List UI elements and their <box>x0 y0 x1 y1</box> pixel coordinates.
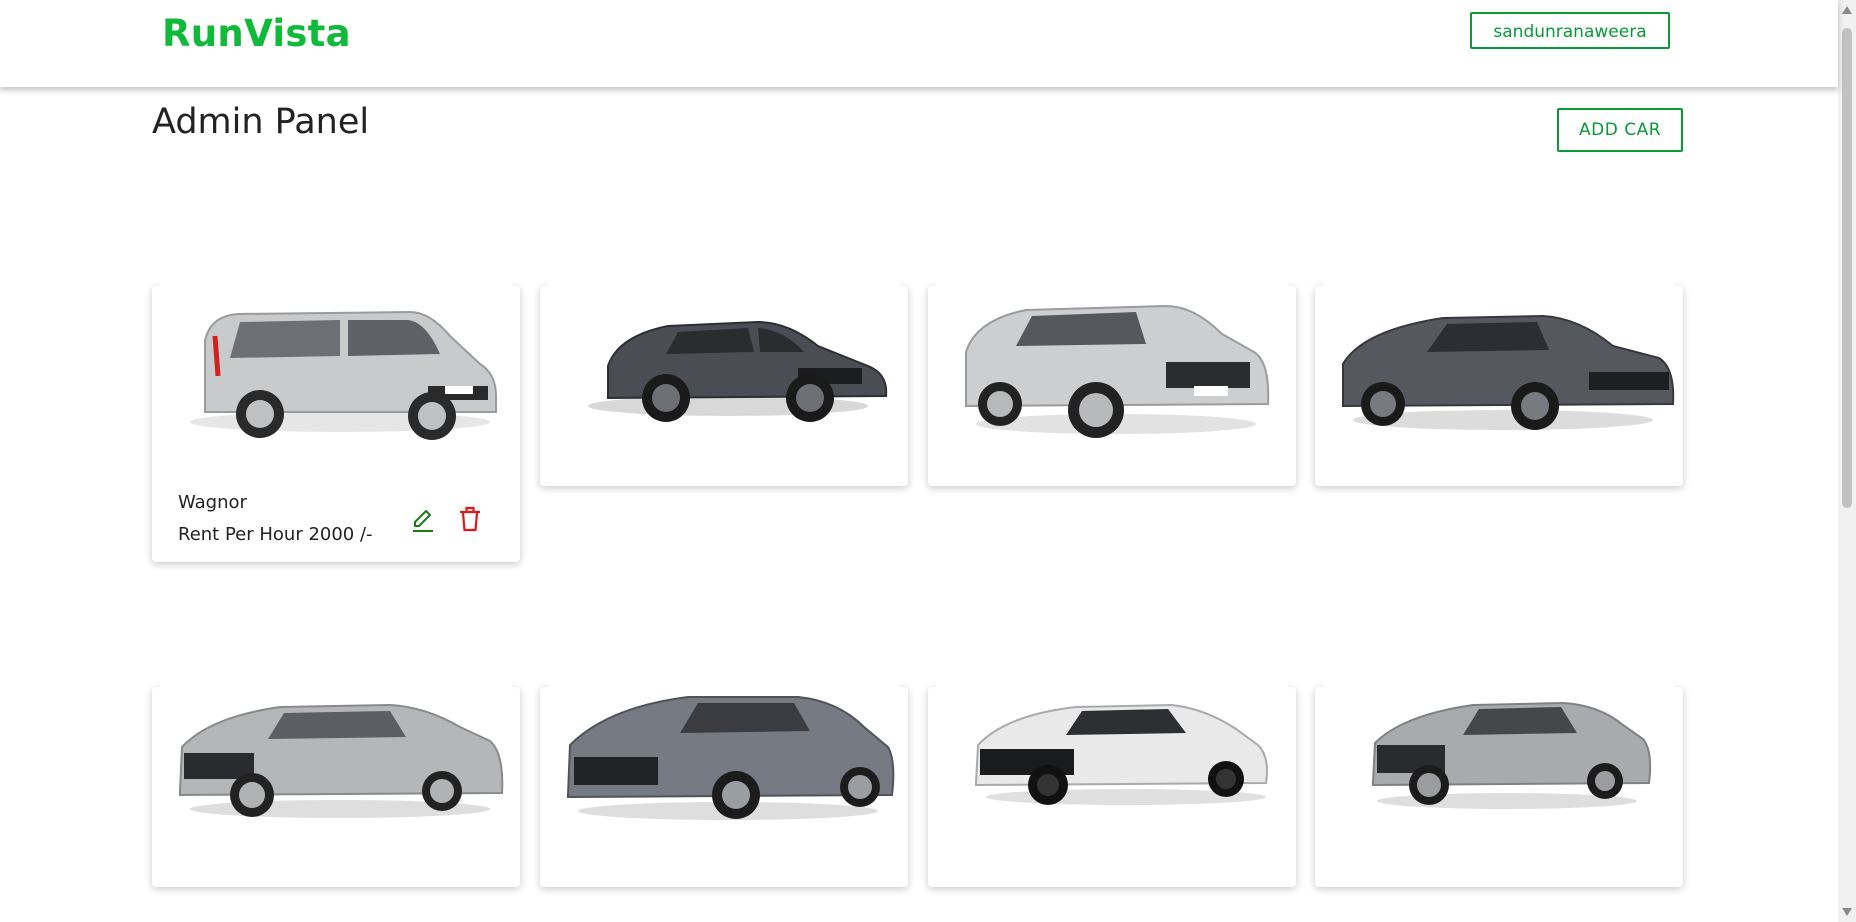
car-card[interactable] <box>1315 272 1683 486</box>
car-image <box>936 679 1288 809</box>
scrollbar-thumb[interactable] <box>1842 28 1852 508</box>
top-navbar: RunVista sandunranaweera <box>0 0 1838 87</box>
page-title: Admin Panel <box>152 102 370 142</box>
car-card[interactable]: Wagnor Rent Per Hour 2000 /- <box>152 236 520 562</box>
car-info: Wagnor Rent Per Hour 2000 /- <box>152 472 520 562</box>
user-menu-button[interactable]: sandunranaweera <box>1470 12 1670 49</box>
car-rent: Rent Per Hour 2000 /- <box>178 524 373 545</box>
car-name: Wagnor <box>178 492 247 513</box>
page: RunVista sandunranaweera Admin Panel ADD… <box>0 0 1856 922</box>
car-card[interactable] <box>928 679 1296 887</box>
car-image <box>936 234 1288 454</box>
car-card[interactable] <box>1315 667 1683 887</box>
car-image <box>160 236 512 456</box>
scroll-down-icon[interactable] <box>1842 908 1852 916</box>
scroll-up-icon[interactable] <box>1842 6 1852 14</box>
car-image <box>548 667 900 827</box>
car-card[interactable] <box>540 667 908 887</box>
car-card[interactable] <box>928 234 1296 486</box>
add-car-button[interactable]: ADD CAR <box>1557 108 1683 152</box>
page-scrollbar[interactable] <box>1838 0 1856 922</box>
pencil-icon[interactable] <box>410 507 436 533</box>
car-image <box>1323 667 1675 817</box>
car-image <box>1323 272 1675 446</box>
car-image <box>160 667 512 827</box>
car-image <box>548 256 900 446</box>
trash-icon[interactable] <box>458 506 482 532</box>
brand-logo[interactable]: RunVista <box>162 12 351 55</box>
car-card[interactable] <box>152 667 520 887</box>
car-card[interactable] <box>540 256 908 486</box>
